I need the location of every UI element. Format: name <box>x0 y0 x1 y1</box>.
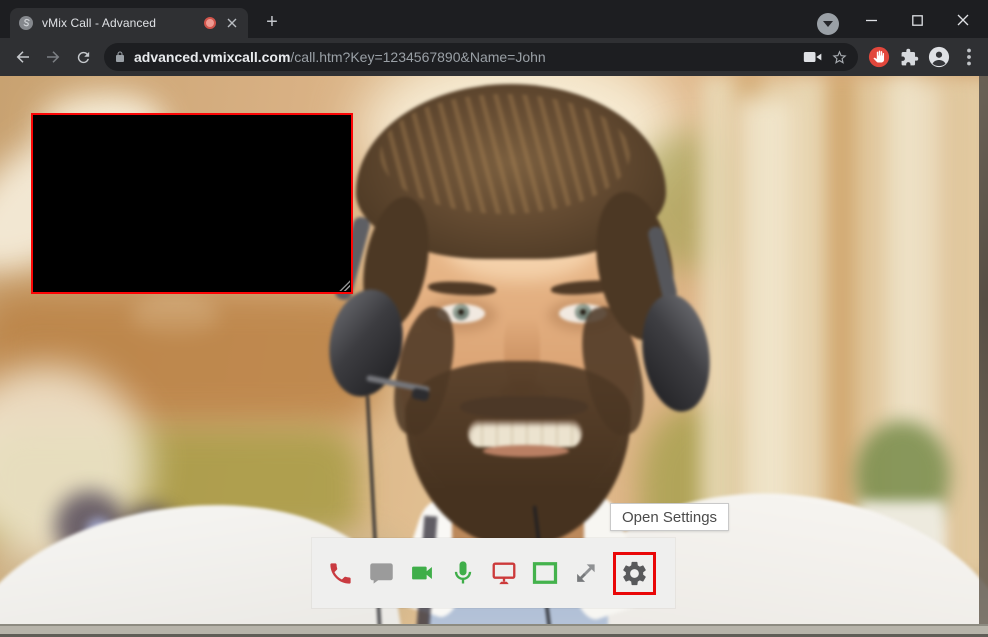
preview-resize-handle-icon[interactable] <box>337 278 350 291</box>
lock-icon <box>114 50 126 64</box>
window-maximize-button[interactable] <box>902 8 932 32</box>
back-button[interactable] <box>8 42 38 72</box>
tooltip: Open Settings <box>610 503 729 531</box>
remote-video-area: Open Settings <box>0 76 988 637</box>
chevron-down-circle-icon[interactable] <box>817 13 839 35</box>
window-close-button[interactable] <box>948 8 978 32</box>
settings-gear-icon <box>620 559 649 588</box>
url-path: /call.htm?Key=1234567890&Name=John <box>290 49 545 65</box>
background-dark-right-edge <box>979 76 988 637</box>
tab-favicon-icon <box>18 15 34 31</box>
browser-menu-kebab-icon[interactable] <box>954 42 984 72</box>
screen-share-monitor-icon <box>490 559 518 587</box>
camera-toggle-button[interactable] <box>407 553 437 593</box>
video-camera-icon <box>408 559 436 587</box>
person-lower-lip <box>483 445 569 457</box>
chat-bubble-icon <box>368 560 395 587</box>
url-text: advanced.vmixcall.com/call.htm?Key=12345… <box>134 49 795 65</box>
call-controls-bar <box>312 538 675 608</box>
bookmark-star-icon[interactable] <box>831 49 848 66</box>
person-pupil-left <box>458 309 464 315</box>
profile-avatar-icon[interactable] <box>924 42 954 72</box>
browser-tab-active[interactable]: vMix Call - Advanced <box>10 8 248 38</box>
close-icon <box>227 18 237 28</box>
browser-toolbar: advanced.vmixcall.com/call.htm?Key=12345… <box>0 38 988 76</box>
person-teeth <box>468 420 582 447</box>
chat-button[interactable] <box>366 553 396 593</box>
fullscreen-button[interactable] <box>571 553 601 593</box>
url-domain: advanced.vmixcall.com <box>134 49 290 65</box>
screen-share-button[interactable] <box>489 553 519 593</box>
window-minimize-button[interactable] <box>856 8 886 32</box>
browser-titlebar: vMix Call - Advanced + <box>0 0 988 38</box>
layout-rectangle-icon <box>530 558 560 588</box>
tab-title: vMix Call - Advanced <box>42 16 196 30</box>
camera-in-use-icon[interactable] <box>803 50 823 64</box>
settings-button[interactable] <box>613 552 656 595</box>
adblock-extension-icon[interactable] <box>864 42 894 72</box>
self-preview-video[interactable] <box>31 113 353 294</box>
phone-icon <box>327 560 354 587</box>
person-pupil-right <box>580 309 586 315</box>
forward-button[interactable] <box>38 42 68 72</box>
tab-close-button[interactable] <box>224 15 240 31</box>
fullscreen-arrows-icon <box>572 559 600 587</box>
layout-button[interactable] <box>530 553 560 593</box>
microphone-toggle-button[interactable] <box>448 553 478 593</box>
reload-button[interactable] <box>68 42 98 72</box>
person-hair-streaks <box>380 94 630 214</box>
microphone-icon <box>449 559 477 587</box>
hang-up-button[interactable] <box>325 553 355 593</box>
person-mustache <box>460 396 588 418</box>
desk-edge-strip <box>0 624 988 637</box>
address-bar[interactable]: advanced.vmixcall.com/call.htm?Key=12345… <box>104 43 858 71</box>
recording-indicator-icon <box>204 17 216 29</box>
new-tab-button[interactable]: + <box>260 11 284 35</box>
extensions-puzzle-icon[interactable] <box>894 42 924 72</box>
